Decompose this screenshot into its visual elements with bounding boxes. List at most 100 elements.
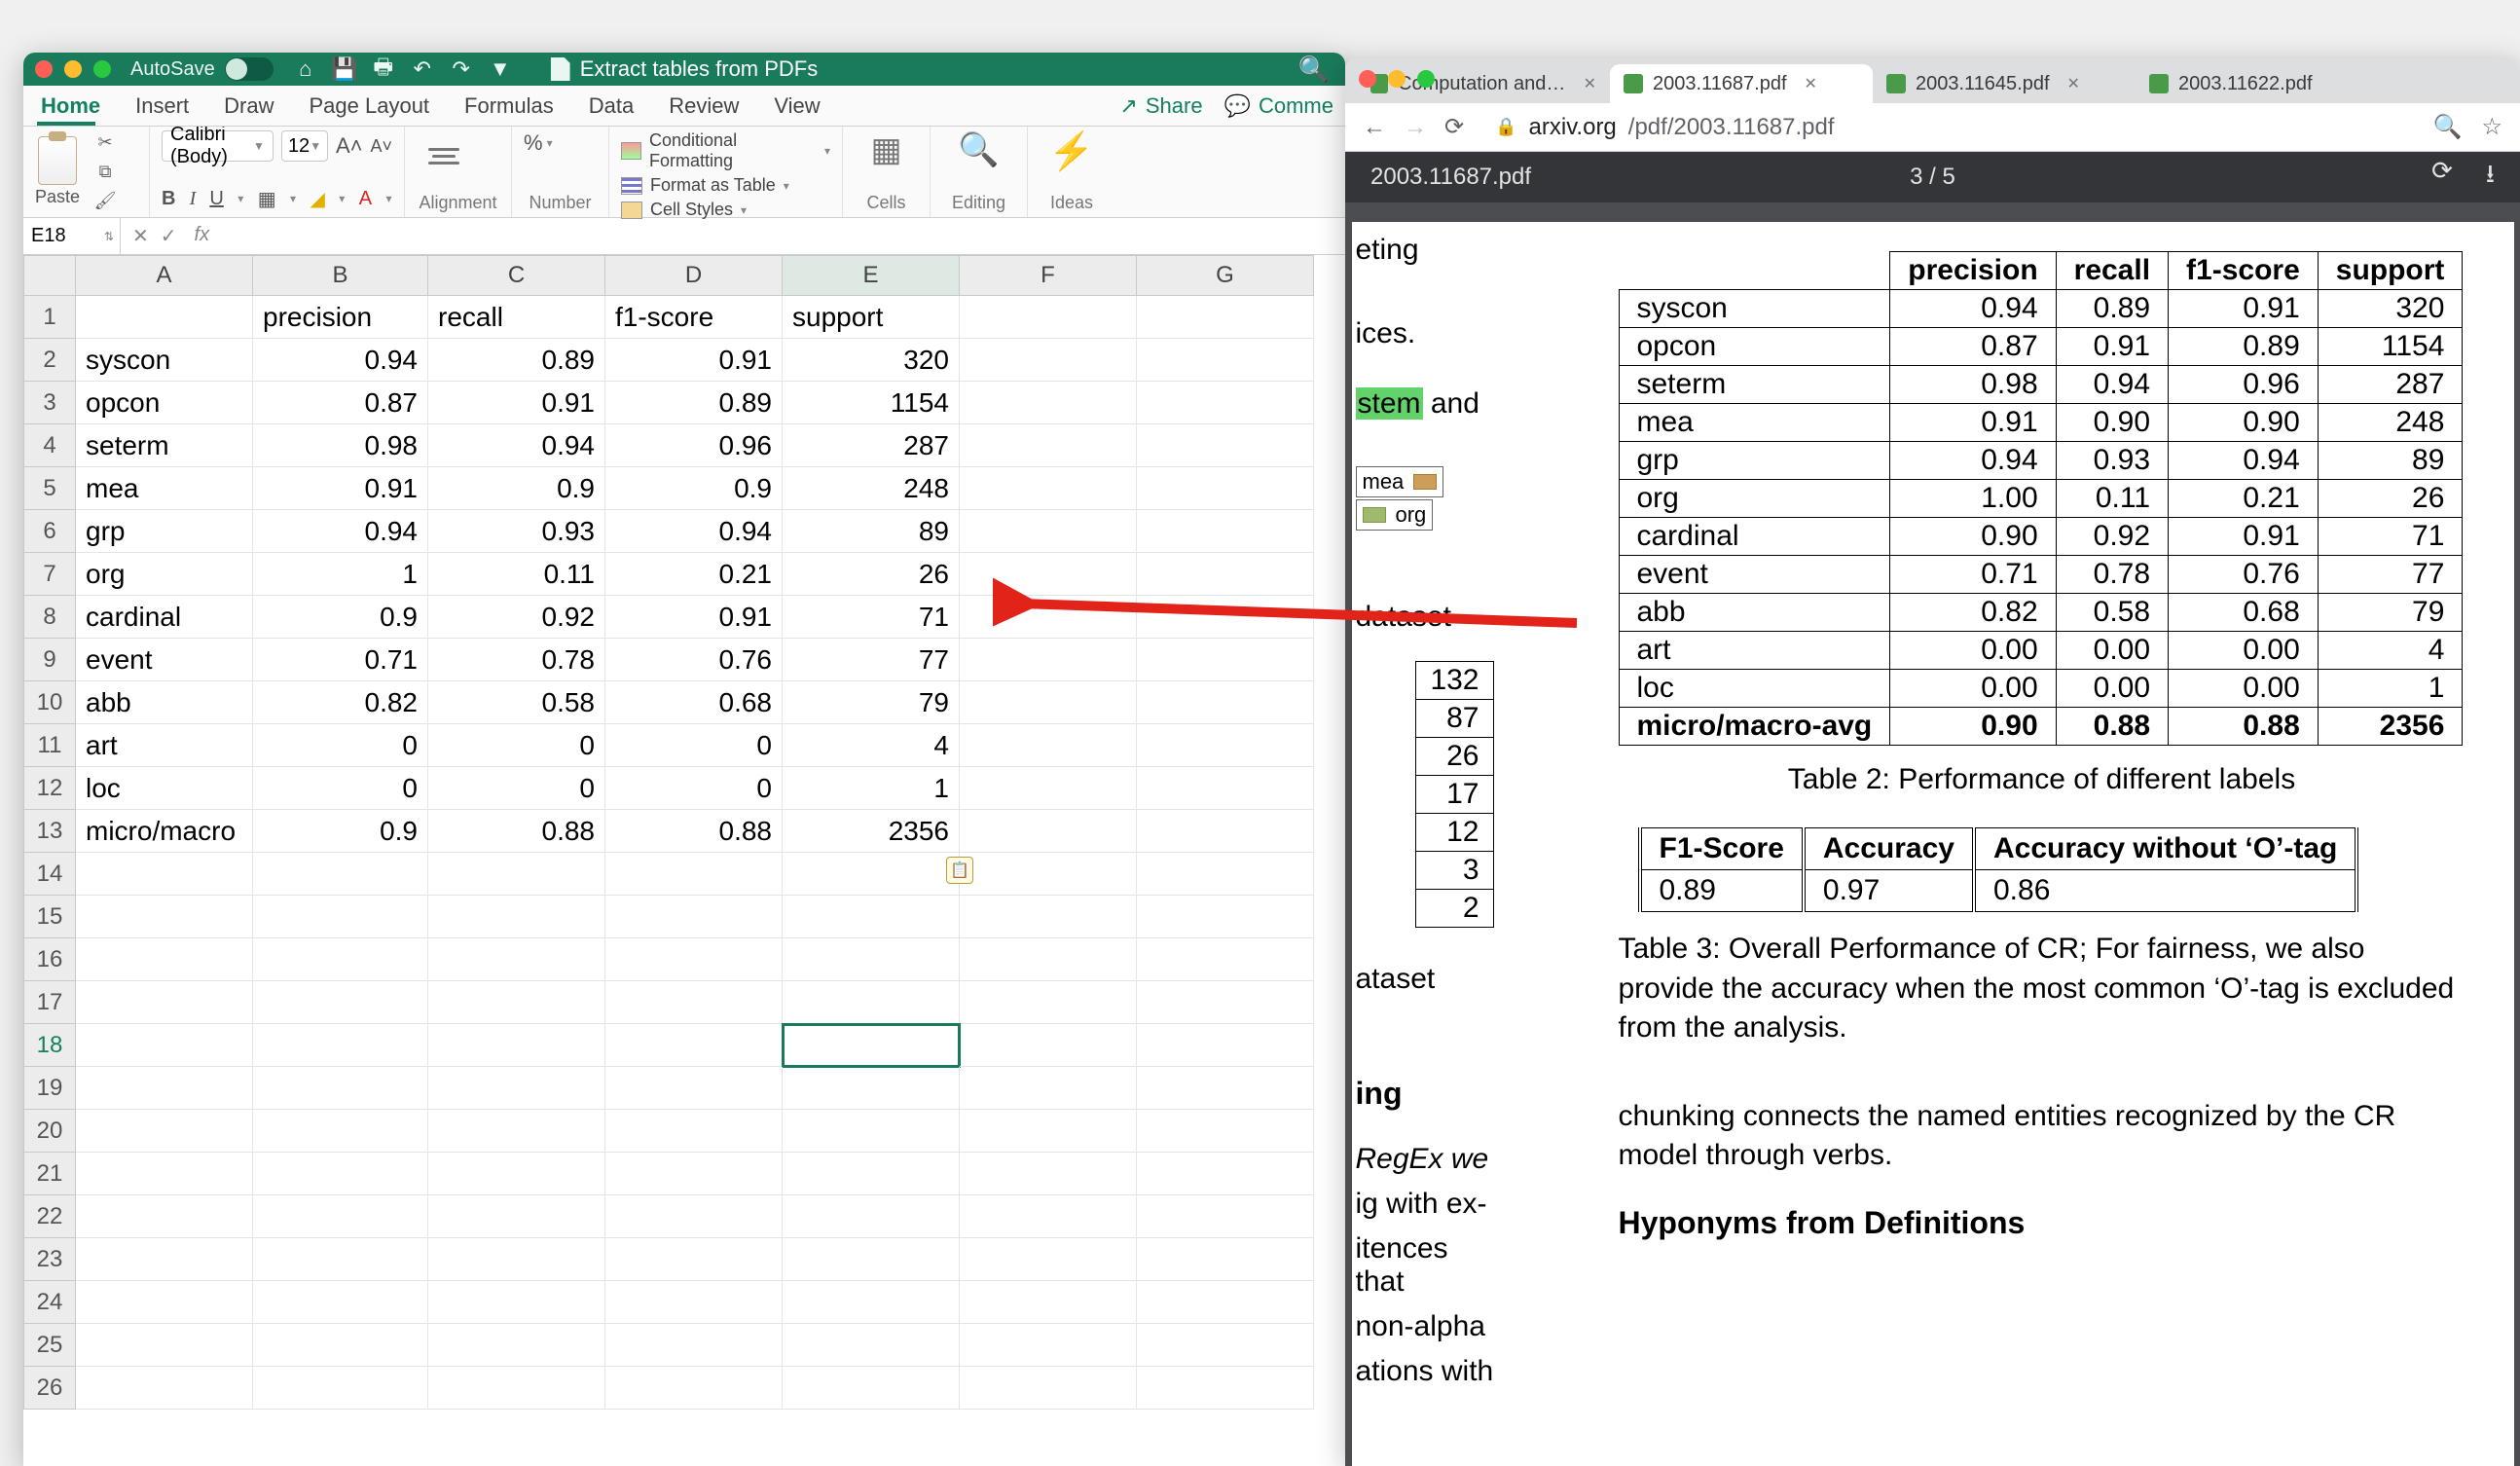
row-header[interactable]: 26 — [23, 1367, 76, 1410]
row-header[interactable]: 2 — [23, 339, 76, 382]
cell[interactable]: 287 — [783, 424, 960, 467]
italic-button[interactable]: I — [189, 184, 196, 213]
cell[interactable]: loc — [76, 767, 253, 810]
cell[interactable] — [960, 1367, 1137, 1410]
pdf-viewport[interactable]: eting ices. stem and mea org dataset 132… — [1345, 202, 2520, 1466]
formula-input[interactable] — [221, 218, 1345, 254]
cell[interactable]: 0.92 — [428, 596, 605, 639]
cell[interactable]: opcon — [76, 382, 253, 424]
column-header[interactable]: A — [76, 255, 253, 296]
cell[interactable] — [1137, 853, 1314, 896]
cell[interactable]: 0.88 — [428, 810, 605, 853]
cell[interactable]: org — [76, 553, 253, 596]
cell[interactable] — [783, 1024, 960, 1067]
cell[interactable] — [605, 1110, 783, 1153]
cell[interactable]: 248 — [783, 467, 960, 510]
cell[interactable] — [428, 1367, 605, 1410]
cell[interactable]: 0.9 — [605, 467, 783, 510]
cell[interactable]: 0 — [428, 767, 605, 810]
cell[interactable] — [428, 1195, 605, 1238]
underline-dropdown-icon[interactable]: ▾ — [237, 184, 244, 213]
tab-view[interactable]: View — [756, 86, 837, 126]
cell[interactable] — [960, 724, 1137, 767]
cell[interactable]: 0.91 — [605, 339, 783, 382]
cell[interactable] — [253, 938, 428, 981]
cells-button[interactable]: ▦ — [855, 130, 918, 169]
cell[interactable] — [253, 1024, 428, 1067]
cell[interactable] — [605, 1024, 783, 1067]
cell[interactable] — [960, 339, 1137, 382]
row-header[interactable]: 4 — [23, 424, 76, 467]
cell[interactable]: 71 — [783, 596, 960, 639]
cell[interactable]: 1154 — [783, 382, 960, 424]
cell[interactable] — [783, 1324, 960, 1367]
cell[interactable] — [253, 853, 428, 896]
close-tab-icon[interactable]: ✕ — [1805, 74, 1817, 93]
row-header[interactable]: 19 — [23, 1067, 76, 1110]
cell[interactable] — [960, 981, 1137, 1024]
editing-button[interactable]: 🔍 — [942, 130, 1015, 169]
row-header[interactable]: 3 — [23, 382, 76, 424]
font-color-dropdown-icon[interactable]: ▾ — [385, 184, 392, 213]
tab-data[interactable]: Data — [571, 86, 651, 126]
cell[interactable] — [960, 296, 1137, 339]
cell[interactable] — [783, 853, 960, 896]
cell[interactable]: 79 — [783, 681, 960, 724]
column-header[interactable]: C — [428, 255, 605, 296]
cell[interactable]: 89 — [783, 510, 960, 553]
cell[interactable] — [783, 1110, 960, 1153]
back-button[interactable]: ← — [1363, 114, 1386, 141]
cell[interactable] — [1137, 339, 1314, 382]
cell[interactable]: grp — [76, 510, 253, 553]
fx-icon[interactable]: fx — [189, 224, 210, 248]
cell[interactable] — [960, 1110, 1137, 1153]
reload-button[interactable]: ⟳ — [1444, 113, 1464, 141]
column-header[interactable]: E — [783, 255, 960, 296]
tab-formulas[interactable]: Formulas — [447, 86, 571, 126]
cell[interactable] — [1137, 1024, 1314, 1067]
cell[interactable]: 0.87 — [253, 382, 428, 424]
cell[interactable] — [76, 1238, 253, 1281]
cell[interactable] — [1137, 810, 1314, 853]
maximize-window-button[interactable] — [93, 60, 111, 78]
cell[interactable]: 0.94 — [253, 510, 428, 553]
cell[interactable] — [428, 1153, 605, 1195]
maximize-window-button[interactable] — [1417, 70, 1435, 88]
cell[interactable] — [253, 1281, 428, 1324]
cell[interactable] — [605, 1195, 783, 1238]
redo-icon[interactable]: ↷ — [451, 58, 472, 80]
cell[interactable] — [76, 1153, 253, 1195]
home-icon[interactable]: ⌂ — [295, 58, 316, 80]
row-header[interactable]: 22 — [23, 1195, 76, 1238]
cell[interactable]: 0.76 — [605, 639, 783, 681]
cell[interactable] — [1137, 1367, 1314, 1410]
cell[interactable] — [1137, 896, 1314, 938]
cell[interactable] — [76, 296, 253, 339]
cell[interactable]: 1 — [783, 767, 960, 810]
comments-button[interactable]: 💬 Comme — [1224, 93, 1333, 119]
cell[interactable] — [960, 1024, 1137, 1067]
row-header[interactable]: 6 — [23, 510, 76, 553]
cell[interactable] — [1137, 724, 1314, 767]
print-icon[interactable]: 🖶 — [373, 58, 394, 80]
cell[interactable] — [783, 1281, 960, 1324]
address-bar[interactable]: 🔒 arxiv.org/pdf/2003.11687.pdf — [1481, 111, 2415, 144]
zoom-icon[interactable]: 🔍 — [2433, 113, 2463, 141]
cell[interactable] — [783, 896, 960, 938]
cell[interactable] — [253, 1195, 428, 1238]
tab-review[interactable]: Review — [651, 86, 756, 126]
font-family-select[interactable]: Calibri (Body)▼ — [162, 130, 274, 162]
cell[interactable]: 0.94 — [253, 339, 428, 382]
row-header[interactable]: 5 — [23, 467, 76, 510]
cell[interactable] — [428, 896, 605, 938]
cell[interactable]: 0 — [253, 724, 428, 767]
row-header[interactable]: 17 — [23, 981, 76, 1024]
row-header[interactable]: 1 — [23, 296, 76, 339]
tab-draw[interactable]: Draw — [206, 86, 291, 126]
cell[interactable] — [76, 1195, 253, 1238]
cell[interactable] — [960, 1238, 1137, 1281]
cell[interactable] — [1137, 382, 1314, 424]
cell[interactable] — [1137, 596, 1314, 639]
row-header[interactable]: 7 — [23, 553, 76, 596]
cell[interactable]: 0.89 — [605, 382, 783, 424]
